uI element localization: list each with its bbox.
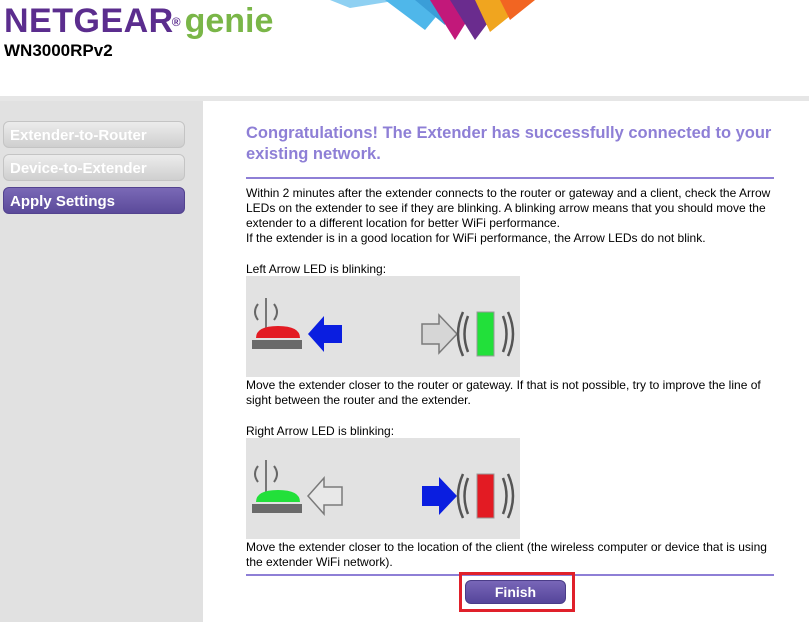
netgear-genie-logo: NETGEAR® genie <box>4 2 273 41</box>
arrow-left-grey-icon <box>306 476 343 516</box>
arrow-right-grey-icon <box>421 313 459 355</box>
brand-name: NETGEAR <box>4 2 174 40</box>
left-arrow-diagram <box>246 276 520 377</box>
sidebar-item-apply-settings[interactable]: Apply Settings <box>3 187 185 214</box>
right-arrow-description: Move the extender closer to the location… <box>246 540 767 569</box>
router-red-icon <box>252 298 302 349</box>
model-name: WN3000RPv2 <box>4 41 113 60</box>
main-content: Congratulations! The Extender has succes… <box>203 101 809 622</box>
title-divider <box>246 177 774 179</box>
extender-red-icon <box>456 473 515 519</box>
arrow-left-blue-icon <box>308 316 342 352</box>
right-arrow-diagram <box>246 438 520 539</box>
left-arrow-label: Left Arrow LED is blinking: <box>246 262 387 276</box>
left-arrow-description: Move the extender closer to the router o… <box>246 378 761 407</box>
arrow-right-blue-icon <box>422 477 457 515</box>
header-decoration <box>330 0 535 40</box>
header: NETGEAR® genie WN3000RPv2 <box>0 0 809 96</box>
extender-green-icon <box>456 311 515 357</box>
sidebar: Extender-to-Router Device-to-Extender Ap… <box>0 101 203 622</box>
page-title: Congratulations! The Extender has succes… <box>246 124 772 163</box>
product-name: genie <box>184 2 274 40</box>
registered-mark: ® <box>171 14 181 29</box>
router-green-icon <box>252 460 302 513</box>
right-arrow-label: Right Arrow LED is blinking: <box>246 424 395 438</box>
sidebar-item-extender-to-router[interactable]: Extender-to-Router <box>3 121 185 148</box>
finish-button[interactable]: Finish <box>465 580 566 604</box>
intro-text: Within 2 minutes after the extender conn… <box>246 186 771 245</box>
sidebar-item-device-to-extender[interactable]: Device-to-Extender <box>3 154 185 181</box>
